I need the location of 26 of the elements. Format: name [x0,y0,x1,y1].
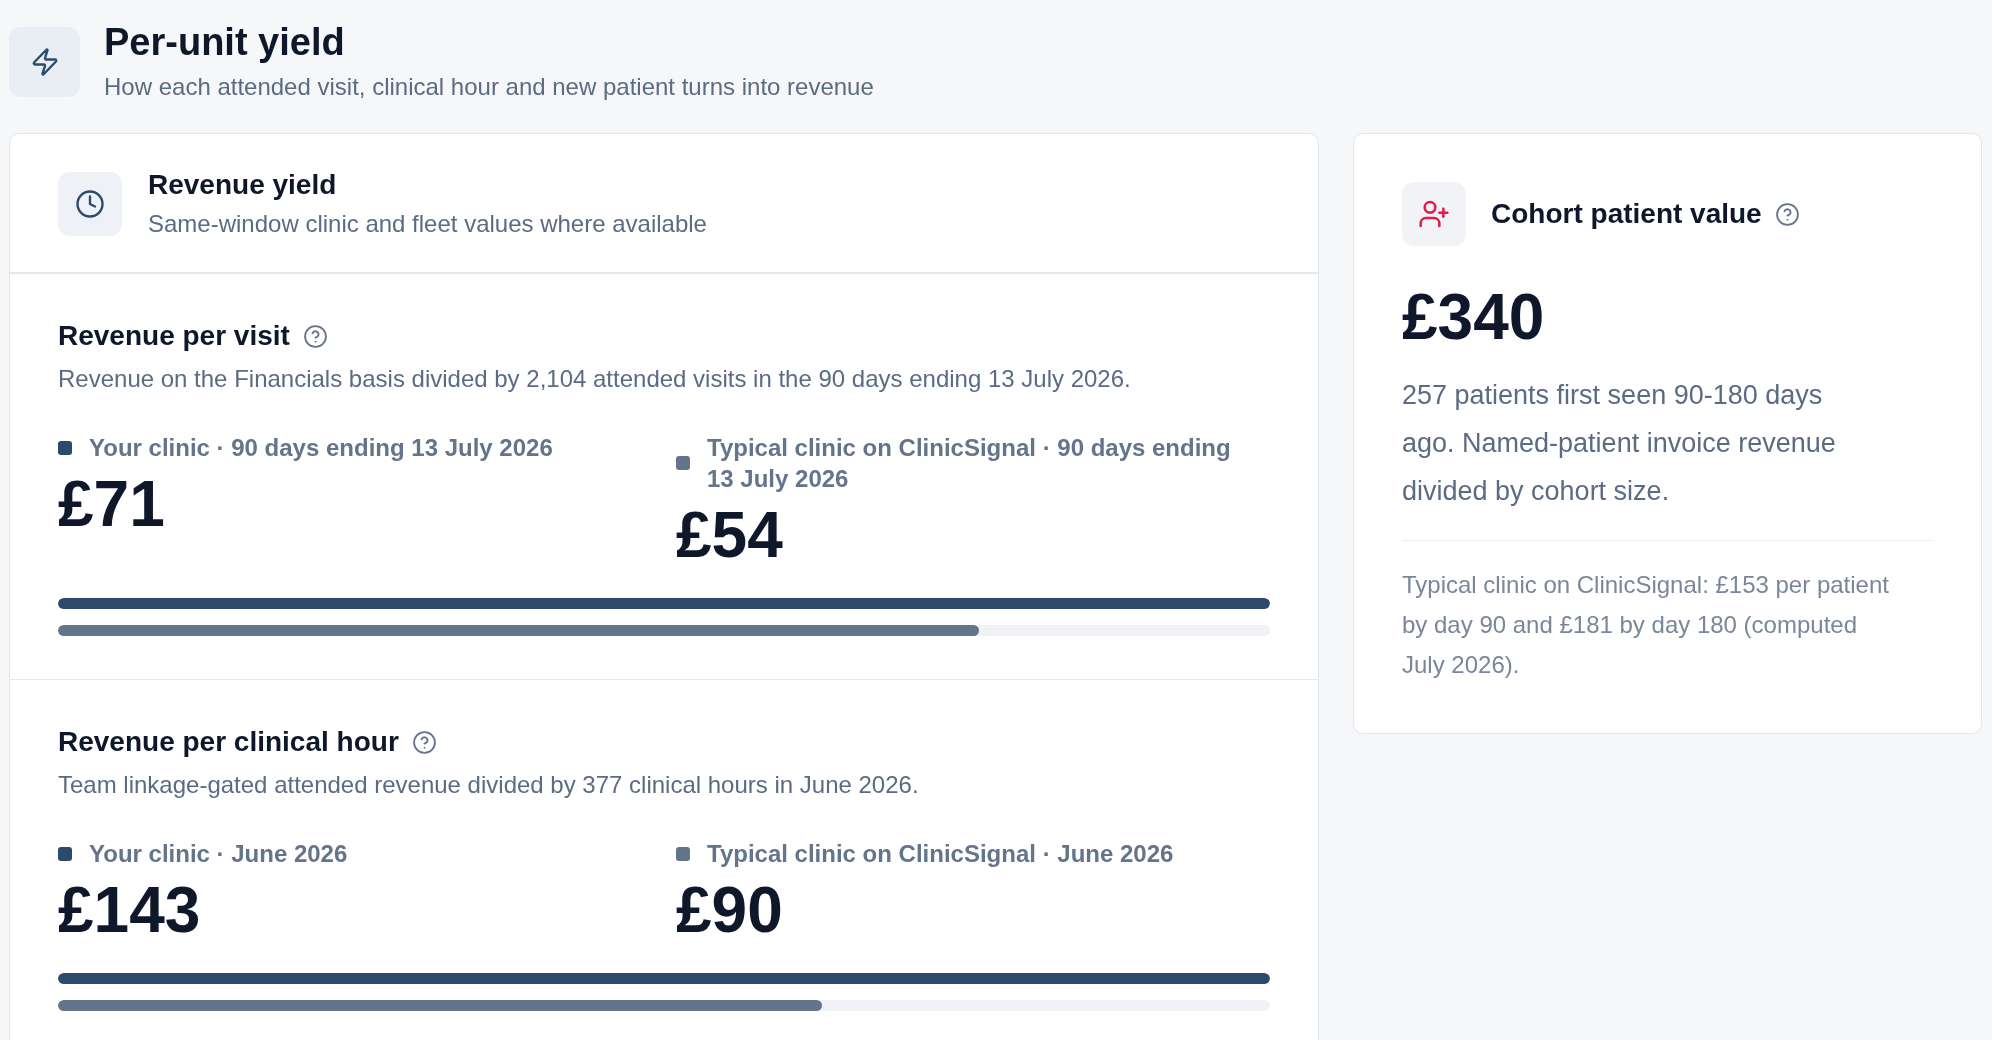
help-icon[interactable] [302,323,328,349]
clock-icon [58,171,122,236]
metric-title: Revenue per visit [58,319,290,353]
page-subtitle: How each attended visit, clinical hour and new patient turns into revenue [104,72,874,102]
help-icon[interactable] [1774,201,1800,227]
metric-description: Team linkage-gated attended revenue divided by 377 clinical hours in June 2026. [58,770,920,800]
card-title: Revenue yield [148,168,338,202]
metric-value: £143 [58,874,201,946]
metric-title: Revenue per clinical hour [58,725,399,759]
lightning-icon [9,26,80,97]
legend-label: Your clinic · June 2026 [89,839,348,869]
help-icon[interactable] [411,729,437,755]
cohort-footnote: Typical clinic on ClinicSignal: £153 per patient by day 90 and £181 by day 180 (computed July 2026). [1402,570,1890,680]
legend-label: Typical clinic on ClinicSignal · 90 days ending 13 July 2026 [707,433,1232,494]
cohort-value: £340 [1402,281,1545,353]
metric-value: £71 [58,468,165,540]
metric-value: £90 [676,874,783,946]
cohort-description: 257 patients first seen 90-180 days ago. Named-patient invoice revenue divided by cohort size. [1402,379,1837,508]
metric-description: Revenue on the Financials basis divided by 2,104 attended visits in the 90 days ending 13 July 2026. [58,364,1132,394]
legend-label: Typical clinic on ClinicSignal · June 2026 [707,839,1174,869]
card-subtitle: Same-window clinic and fleet values where available [148,209,707,239]
page-title: Per-unit yield [104,20,346,64]
metric-value: £54 [676,499,783,571]
card-title: Cohort patient value [1491,197,1762,231]
legend-label: Your clinic · 90 days ending 13 July 2026 [89,433,553,463]
user-plus-icon [1402,182,1466,246]
